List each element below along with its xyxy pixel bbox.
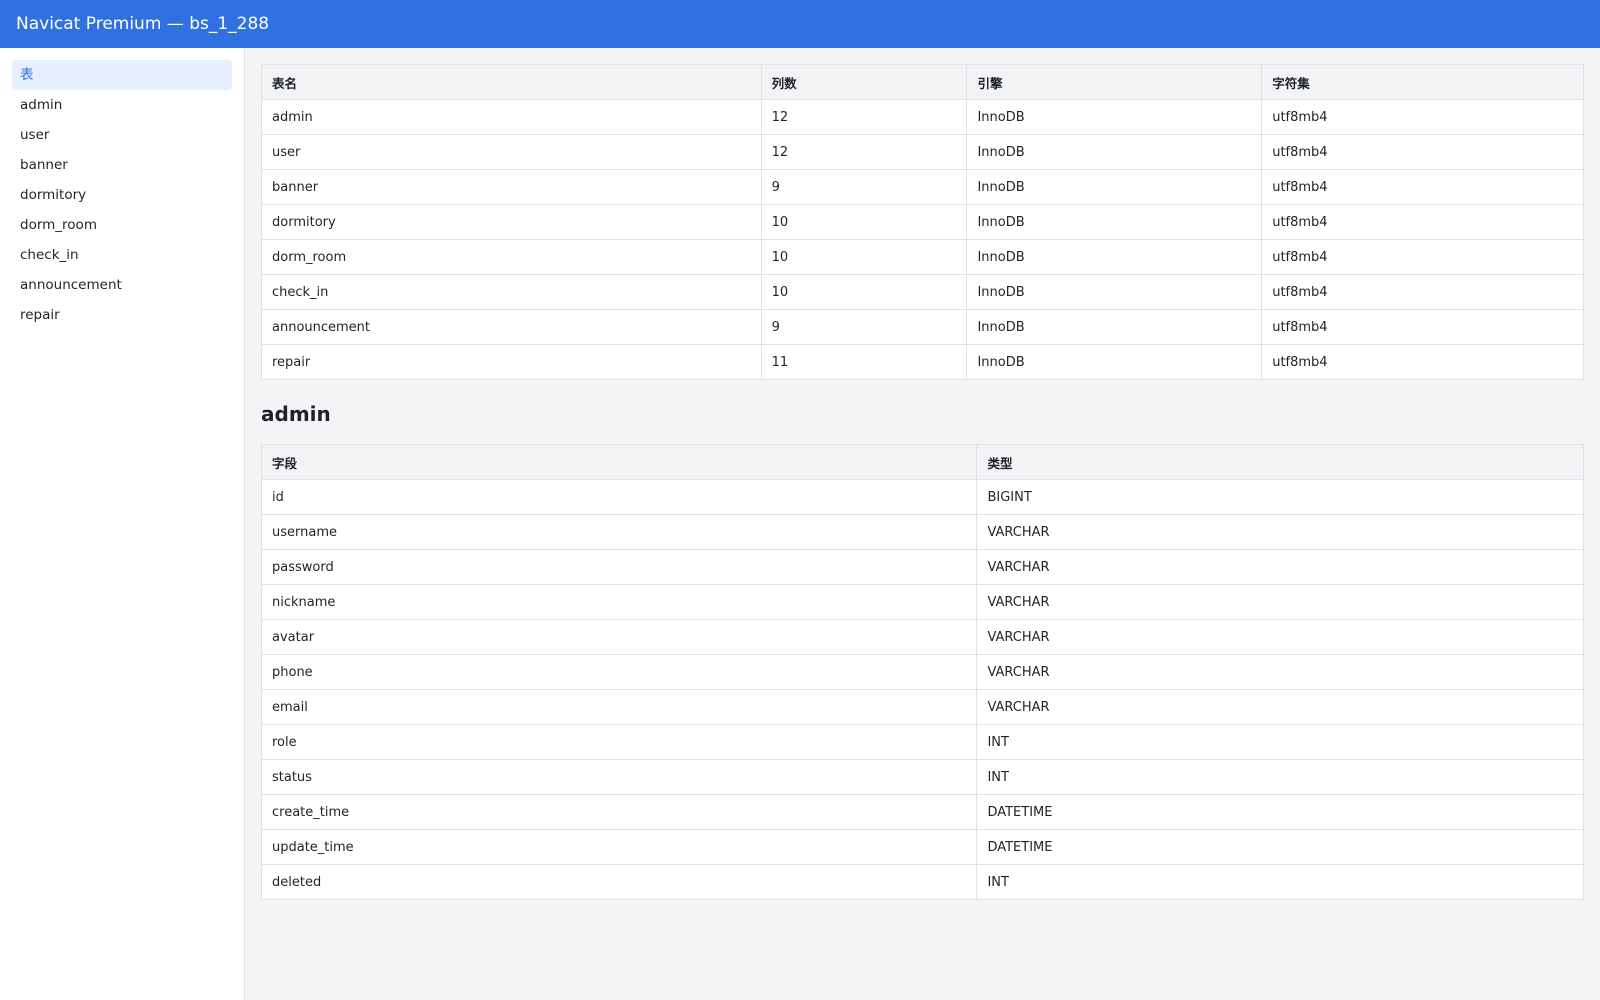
table-header-row: 表名 列数 引擎 字符集 [261, 64, 1584, 100]
table-row[interactable]: check_in 10 InnoDB utf8mb4 [261, 274, 1584, 310]
table-row[interactable]: username VARCHAR [260, 514, 1584, 550]
cell-field-type: INT [976, 759, 1584, 795]
table-row[interactable]: dormitory 10 InnoDB utf8mb4 [261, 204, 1584, 240]
table-row[interactable]: password VARCHAR [260, 549, 1584, 585]
cell-field-type: DATETIME [976, 794, 1584, 830]
cell-charset: utf8mb4 [1261, 99, 1584, 135]
table-row[interactable]: banner 9 InnoDB utf8mb4 [261, 169, 1584, 205]
column-header-engine[interactable]: 引擎 [966, 64, 1263, 100]
cell-table-name: admin [261, 99, 762, 135]
detail-title: admin [261, 402, 331, 426]
main-panel: 表名 列数 引擎 字符集 admin 12 InnoDB utf8mb4 user 12 I… [245, 48, 1600, 1000]
cell-column-count: 11 [760, 344, 968, 380]
table-row[interactable]: nickname VARCHAR [260, 584, 1584, 620]
cell-table-name: check_in [261, 274, 762, 310]
sidebar-item-admin[interactable]: admin [12, 90, 232, 120]
column-header-column-count[interactable]: 列数 [760, 64, 968, 100]
cell-charset: utf8mb4 [1261, 309, 1584, 345]
table-row[interactable]: status INT [260, 759, 1584, 795]
cell-engine: InnoDB [966, 344, 1263, 380]
cell-charset: utf8mb4 [1261, 344, 1584, 380]
cell-field-name: phone [260, 654, 978, 690]
cell-charset: utf8mb4 [1261, 274, 1584, 310]
cell-field-name: create_time [260, 794, 978, 830]
cell-column-count: 10 [760, 274, 968, 310]
cell-field-name: username [260, 514, 978, 550]
cell-field-type: BIGINT [976, 479, 1584, 515]
cell-engine: InnoDB [966, 134, 1263, 170]
cell-field-type: VARCHAR [976, 584, 1584, 620]
sidebar-item-banner[interactable]: banner [12, 150, 232, 180]
table-row[interactable]: phone VARCHAR [260, 654, 1584, 690]
sidebar-item-repair[interactable]: repair [12, 300, 232, 330]
table-row[interactable]: avatar VARCHAR [260, 619, 1584, 655]
cell-table-name: user [261, 134, 762, 170]
cell-charset: utf8mb4 [1261, 134, 1584, 170]
table-row[interactable]: update_time DATETIME [260, 829, 1584, 865]
sidebar-item-dorm-room[interactable]: dorm_room [12, 210, 232, 240]
column-header-charset[interactable]: 字符集 [1261, 64, 1584, 100]
cell-table-name: banner [261, 169, 762, 205]
cell-engine: InnoDB [966, 274, 1263, 310]
table-row[interactable]: dorm_room 10 InnoDB utf8mb4 [261, 239, 1584, 275]
cell-engine: InnoDB [966, 99, 1263, 135]
cell-field-name: nickname [260, 584, 978, 620]
cell-field-type: VARCHAR [976, 619, 1584, 655]
cell-column-count: 9 [760, 309, 968, 345]
table-row[interactable]: admin 12 InnoDB utf8mb4 [261, 99, 1584, 135]
cell-table-name: announcement [261, 309, 762, 345]
cell-field-type: VARCHAR [976, 549, 1584, 585]
cell-column-count: 10 [760, 204, 968, 240]
cell-engine: InnoDB [966, 239, 1263, 275]
cell-field-name: deleted [260, 864, 978, 900]
cell-field-name: email [260, 689, 978, 725]
sidebar-item-announcement[interactable]: announcement [12, 270, 232, 300]
table-row[interactable]: repair 11 InnoDB utf8mb4 [261, 344, 1584, 380]
cell-field-type: VARCHAR [976, 514, 1584, 550]
cell-field-type: INT [976, 864, 1584, 900]
cell-charset: utf8mb4 [1261, 204, 1584, 240]
cell-field-type: DATETIME [976, 829, 1584, 865]
table-row[interactable]: email VARCHAR [260, 689, 1584, 725]
cell-engine: InnoDB [966, 169, 1263, 205]
cell-field-name: status [260, 759, 978, 795]
cell-table-name: repair [261, 344, 762, 380]
window-title: Navicat Premium — bs_1_288 [0, 0, 1600, 48]
column-header-table-name[interactable]: 表名 [261, 64, 762, 100]
cell-field-name: role [260, 724, 978, 760]
cell-engine: InnoDB [966, 309, 1263, 345]
table-header-row: 字段 类型 [260, 444, 1584, 480]
cell-column-count: 10 [760, 239, 968, 275]
sidebar-item-dormitory[interactable]: dormitory [12, 180, 232, 210]
cell-table-name: dorm_room [261, 239, 762, 275]
cell-field-name: password [260, 549, 978, 585]
cell-charset: utf8mb4 [1261, 239, 1584, 275]
table-row[interactable]: id BIGINT [260, 479, 1584, 515]
cell-engine: InnoDB [966, 204, 1263, 240]
cell-column-count: 12 [760, 134, 968, 170]
table-row[interactable]: user 12 InnoDB utf8mb4 [261, 134, 1584, 170]
cell-field-type: VARCHAR [976, 654, 1584, 690]
sidebar: 表 admin user banner dormitory dorm_room … [0, 48, 245, 1000]
table-row[interactable]: deleted INT [260, 864, 1584, 900]
tables-overview-table: 表名 列数 引擎 字符集 admin 12 InnoDB utf8mb4 user 12 I… [261, 64, 1584, 380]
table-row[interactable]: announcement 9 InnoDB utf8mb4 [261, 309, 1584, 345]
column-header-field[interactable]: 字段 [260, 444, 978, 480]
cell-charset: utf8mb4 [1261, 169, 1584, 205]
table-row[interactable]: create_time DATETIME [260, 794, 1584, 830]
cell-field-type: VARCHAR [976, 689, 1584, 725]
sidebar-item-check-in[interactable]: check_in [12, 240, 232, 270]
column-header-type[interactable]: 类型 [976, 444, 1584, 480]
sidebar-item-tables[interactable]: 表 [12, 60, 232, 90]
cell-field-type: INT [976, 724, 1584, 760]
cell-field-name: id [260, 479, 978, 515]
cell-column-count: 9 [760, 169, 968, 205]
cell-field-name: update_time [260, 829, 978, 865]
table-row[interactable]: role INT [260, 724, 1584, 760]
sidebar-item-user[interactable]: user [12, 120, 232, 150]
fields-table: 字段 类型 id BIGINT username VARCHAR password VAR… [260, 444, 1584, 900]
cell-column-count: 12 [760, 99, 968, 135]
cell-table-name: dormitory [261, 204, 762, 240]
cell-field-name: avatar [260, 619, 978, 655]
